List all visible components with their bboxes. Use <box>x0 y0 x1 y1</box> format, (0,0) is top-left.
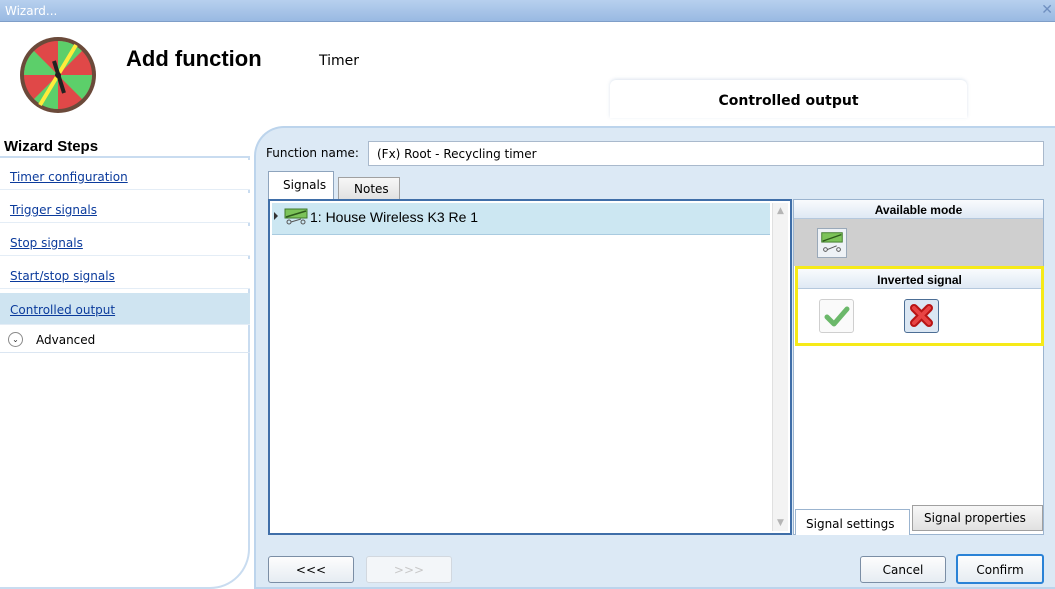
inverted-yes-button[interactable] <box>819 299 854 333</box>
row-expand-arrow-icon <box>274 212 278 220</box>
available-mode-heading: Available mode <box>794 200 1043 219</box>
vertical-scrollbar[interactable]: ▲ ▼ <box>772 203 788 531</box>
page-title: Add function <box>126 46 262 71</box>
tab-signal-properties[interactable]: Signal properties <box>912 505 1043 531</box>
signal-label: 1: House Wireless K3 Re 1 <box>310 209 479 225</box>
previous-button[interactable]: <<< <box>268 556 354 583</box>
window-title: Wizard... <box>5 4 58 18</box>
sidebar-heading: Wizard Steps <box>4 138 99 155</box>
tab-signal-settings[interactable]: Signal settings <box>795 509 910 535</box>
inverted-no-button[interactable] <box>904 299 939 333</box>
tab-notes[interactable]: Notes <box>338 177 400 199</box>
relay-switch-icon <box>284 208 308 225</box>
close-icon[interactable]: ✕ <box>1041 2 1053 18</box>
next-button[interactable]: >>> <box>366 556 452 583</box>
relay-switch-icon[interactable] <box>817 228 847 258</box>
sidebar-item-controlled-output[interactable]: Controlled output <box>0 293 250 325</box>
advanced-label: Advanced <box>36 333 96 347</box>
sidebar-item-timer-configuration[interactable]: Timer configuration <box>0 160 250 190</box>
wizard-window: Wizard... ✕ Add function Timer Controlle… <box>0 0 1055 589</box>
checkmark-icon <box>824 306 850 327</box>
available-mode-area <box>794 219 1043 266</box>
inverted-signal-heading: Inverted signal <box>798 269 1041 289</box>
tab-signals[interactable]: Signals <box>268 171 334 199</box>
advanced-expander[interactable]: ⌄ Advanced <box>0 325 250 353</box>
timer-clock-logo <box>20 37 96 113</box>
chevron-down-icon: ⌄ <box>8 332 23 347</box>
cancel-button[interactable]: Cancel <box>860 556 946 583</box>
function-name-field[interactable] <box>368 141 1044 166</box>
sidebar-item-stop-signals[interactable]: Stop signals <box>0 226 250 256</box>
list-item[interactable]: 1: House Wireless K3 Re 1 <box>272 203 770 235</box>
title-bar: Wizard... ✕ <box>0 0 1055 22</box>
confirm-button[interactable]: Confirm <box>956 554 1044 584</box>
scroll-up-icon[interactable]: ▲ <box>777 206 784 216</box>
cross-icon <box>910 304 933 327</box>
current-step-title: Controlled output <box>610 80 967 118</box>
signal-list: 1: House Wireless K3 Re 1 ▲ ▼ <box>268 199 792 535</box>
wizard-steps-sidebar: Wizard Steps Timer configuration Trigger… <box>0 138 260 589</box>
function-name-label: Function name: <box>266 146 359 160</box>
sidebar-item-trigger-signals[interactable]: Trigger signals <box>0 193 250 223</box>
page-subtitle: Timer <box>319 53 360 69</box>
sidebar-item-start-stop-signals[interactable]: Start/stop signals <box>0 259 250 289</box>
scroll-down-icon[interactable]: ▼ <box>777 518 784 528</box>
signal-settings-panel: Available mode Inverted signal Signal se… <box>793 199 1044 535</box>
inverted-signal-group: Inverted signal <box>795 266 1044 346</box>
